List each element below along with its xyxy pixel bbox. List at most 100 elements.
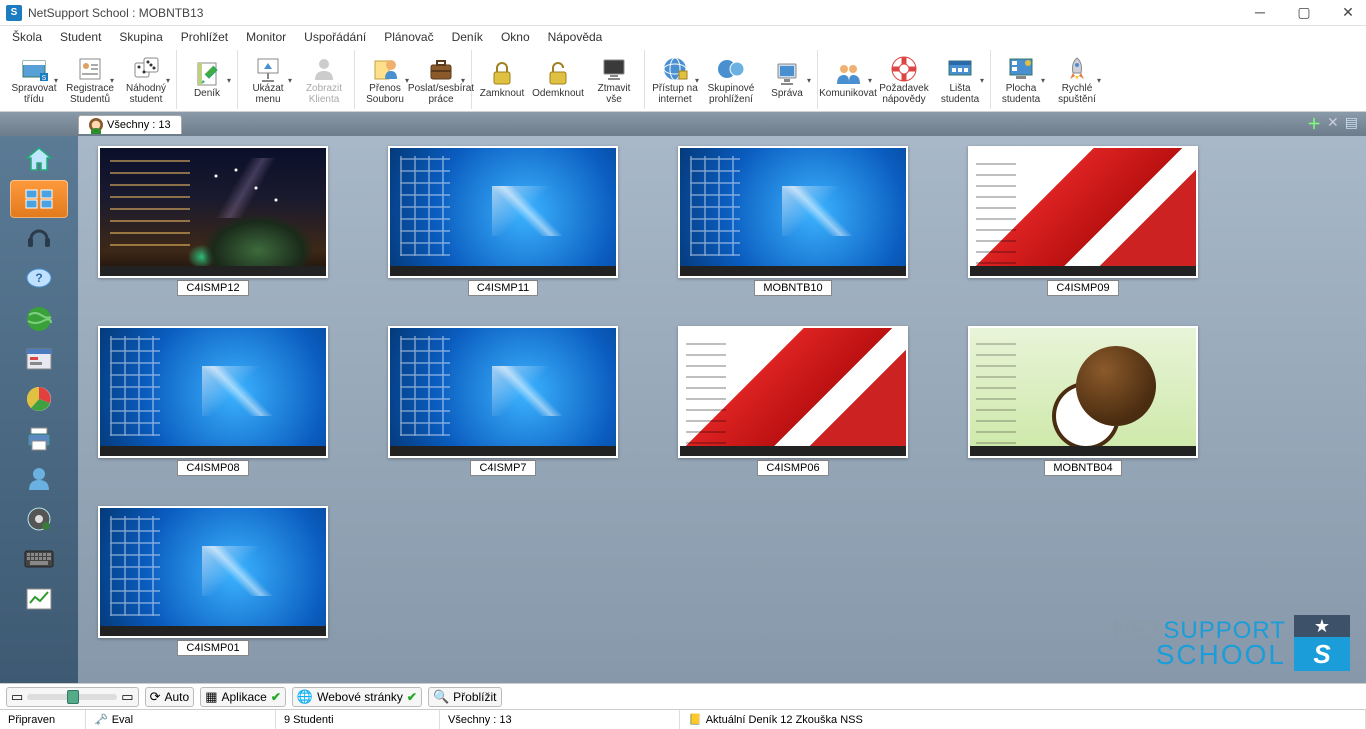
toolbar-lock[interactable]: Zamknout [476, 50, 528, 110]
menu-nápověda[interactable]: Nápověda [540, 28, 611, 46]
thumbnail-screen [388, 146, 618, 278]
sidebar-qa[interactable]: ? [10, 260, 68, 298]
toolbar-toolbar[interactable]: Lištastudenta▾ [934, 50, 986, 110]
toolbar-desktop[interactable]: Plochastudenta▾ [995, 50, 1047, 110]
sidebar-typing[interactable] [10, 540, 68, 578]
toolbar-lifebuoy[interactable]: Požadaveknápovědy [878, 50, 930, 110]
student-thumbnail[interactable]: C4ISMP08 [98, 326, 328, 476]
thumbnail-label: C4ISMP11 [468, 280, 538, 296]
toolbar-label: ZobrazitKlienta [306, 83, 342, 105]
student-thumbnail[interactable]: MOBNTB10 [678, 146, 908, 296]
toolbar-people[interactable]: Komunikovat▾ [822, 50, 874, 110]
class-icon: S [20, 55, 48, 83]
logo-text-2: SCHOOL [1112, 643, 1286, 667]
websites-button[interactable]: 🌐 Webové stránky ✔ [292, 687, 422, 707]
pc-icon [773, 60, 801, 88]
menu-škola[interactable]: Škola [4, 28, 50, 46]
sidebar-home[interactable] [10, 140, 68, 178]
toolbar-globe[interactable]: Přístup nainternet▾ [649, 50, 701, 110]
sidebar-survey[interactable] [10, 380, 68, 418]
toolbar-dice[interactable]: Náhodnýstudent▾ [120, 50, 172, 110]
toolbar-label: Deník [194, 88, 220, 99]
zoom-button[interactable]: 🔍 Přoblížit [428, 687, 502, 707]
sidebar-web[interactable] [10, 300, 68, 338]
tab-all-students[interactable]: Všechny : 13 [78, 115, 182, 134]
student-thumbnail[interactable]: C4ISMP7 [388, 326, 618, 476]
dropdown-arrow-icon: ▾ [288, 76, 292, 85]
toolbar-class[interactable]: SSpravovattřídu▾ [8, 50, 60, 110]
dropdown-arrow-icon: ▾ [807, 76, 811, 85]
license-icon: 🗝️ [94, 713, 108, 726]
toolbar-file-user[interactable]: PřenosSouboru▾ [359, 50, 411, 110]
toolbar-journal[interactable]: Deník▾ [181, 50, 233, 110]
menu-okno[interactable]: Okno [493, 28, 538, 46]
check-icon: ✔ [407, 690, 417, 704]
menu-prohlížet[interactable]: Prohlížet [173, 28, 236, 46]
menu-monitor[interactable]: Monitor [238, 28, 294, 46]
dice-icon [132, 55, 160, 83]
sidebar-im[interactable] [10, 460, 68, 498]
auto-refresh-button[interactable]: ⟳ Auto [145, 687, 195, 707]
student-thumbnail[interactable]: C4ISMP06 [678, 326, 908, 476]
toolbar-label: PřenosSouboru [366, 83, 404, 105]
dropdown-arrow-icon: ▾ [461, 76, 465, 85]
toolbar-label: Poslat/sesbíratpráce [408, 83, 474, 105]
toolbar-label: Plochastudenta [1002, 83, 1040, 105]
toolbar-monitor[interactable]: Ztmavitvše [588, 50, 640, 110]
toolbar-label: Spravovattřídu [11, 83, 56, 105]
maximize-button[interactable]: ▢ [1292, 4, 1316, 21]
toolbar-label: Rychléspuštění [1058, 83, 1096, 105]
toolbar-label: Ukázatmenu [252, 83, 283, 105]
toolbar-pc[interactable]: Správa▾ [761, 50, 813, 110]
briefcase-icon [427, 55, 455, 83]
auto-label: Auto [165, 690, 190, 704]
student-thumbnail[interactable]: C4ISMP12 [98, 146, 328, 296]
group-props-icon[interactable]: ▤ [1345, 114, 1358, 134]
dropdown-arrow-icon: ▾ [1041, 76, 1045, 85]
student-thumbnail[interactable]: MOBNTB04 [968, 326, 1198, 476]
toolbar-briefcase[interactable]: Poslat/sesbíratpráce▾ [415, 50, 467, 110]
group-icon [89, 118, 103, 132]
sidebar-thumbnails[interactable] [10, 180, 68, 218]
dropdown-arrow-icon: ▾ [54, 76, 58, 85]
sidebar-devices[interactable] [10, 500, 68, 538]
dropdown-arrow-icon: ▾ [1097, 76, 1101, 85]
file-user-icon [371, 55, 399, 83]
toolbar-label: RegistraceStudentů [66, 83, 114, 105]
toolbar-register[interactable]: RegistraceStudentů▾ [64, 50, 116, 110]
close-button[interactable]: ✕ [1336, 4, 1360, 21]
logo-badge: ★S [1294, 615, 1350, 671]
toolbar-label: Komunikovat [819, 88, 877, 99]
dropdown-arrow-icon: ▾ [166, 76, 170, 85]
thumb-size-slider[interactable]: ▭ ▭ [6, 687, 139, 707]
toolbar-board[interactable]: Ukázatmenu ▾ [242, 50, 294, 110]
add-group-icon[interactable]: ＋ [1307, 114, 1321, 134]
toolbar-ribbon: SSpravovattřídu▾RegistraceStudentů▾Náhod… [0, 48, 1366, 112]
toolbar-client: ZobrazitKlienta [298, 50, 350, 110]
minimize-button[interactable]: ─ [1248, 4, 1272, 21]
thumbnail-screen [388, 326, 618, 458]
student-thumbnail[interactable]: C4ISMP01 [98, 506, 328, 656]
menu-deník[interactable]: Deník [444, 28, 491, 46]
menu-plánovač[interactable]: Plánovač [376, 28, 441, 46]
board-icon [254, 55, 282, 83]
window-title: NetSupport School : MOBNTB13 [28, 6, 203, 20]
sidebar-audio[interactable] [10, 220, 68, 258]
remove-group-icon[interactable]: ✕ [1327, 114, 1339, 134]
sidebar-apps[interactable] [10, 340, 68, 378]
applications-button[interactable]: ▦ Aplikace ✔ [200, 687, 286, 707]
zoom-label: Přoblížit [453, 690, 496, 704]
sidebar-print[interactable] [10, 420, 68, 458]
menu-uspořádání[interactable]: Uspořádání [296, 28, 374, 46]
sidebar-assessment[interactable] [10, 580, 68, 618]
status-all: Všechny : 13 [440, 710, 680, 729]
student-thumbnail[interactable]: C4ISMP11 [388, 146, 618, 296]
toolbar-cobrowse[interactable]: Skupinovéprohlížení [705, 50, 757, 110]
menu-skupina[interactable]: Skupina [111, 28, 170, 46]
menu-student[interactable]: Student [52, 28, 109, 46]
student-thumbnail[interactable]: C4ISMP09 [968, 146, 1198, 296]
toolbar-rocket[interactable]: Rychléspuštění▾ [1051, 50, 1103, 110]
toolbar-unlock[interactable]: Odemknout [532, 50, 584, 110]
journal-icon [193, 60, 221, 88]
toolbar-icon [946, 55, 974, 83]
